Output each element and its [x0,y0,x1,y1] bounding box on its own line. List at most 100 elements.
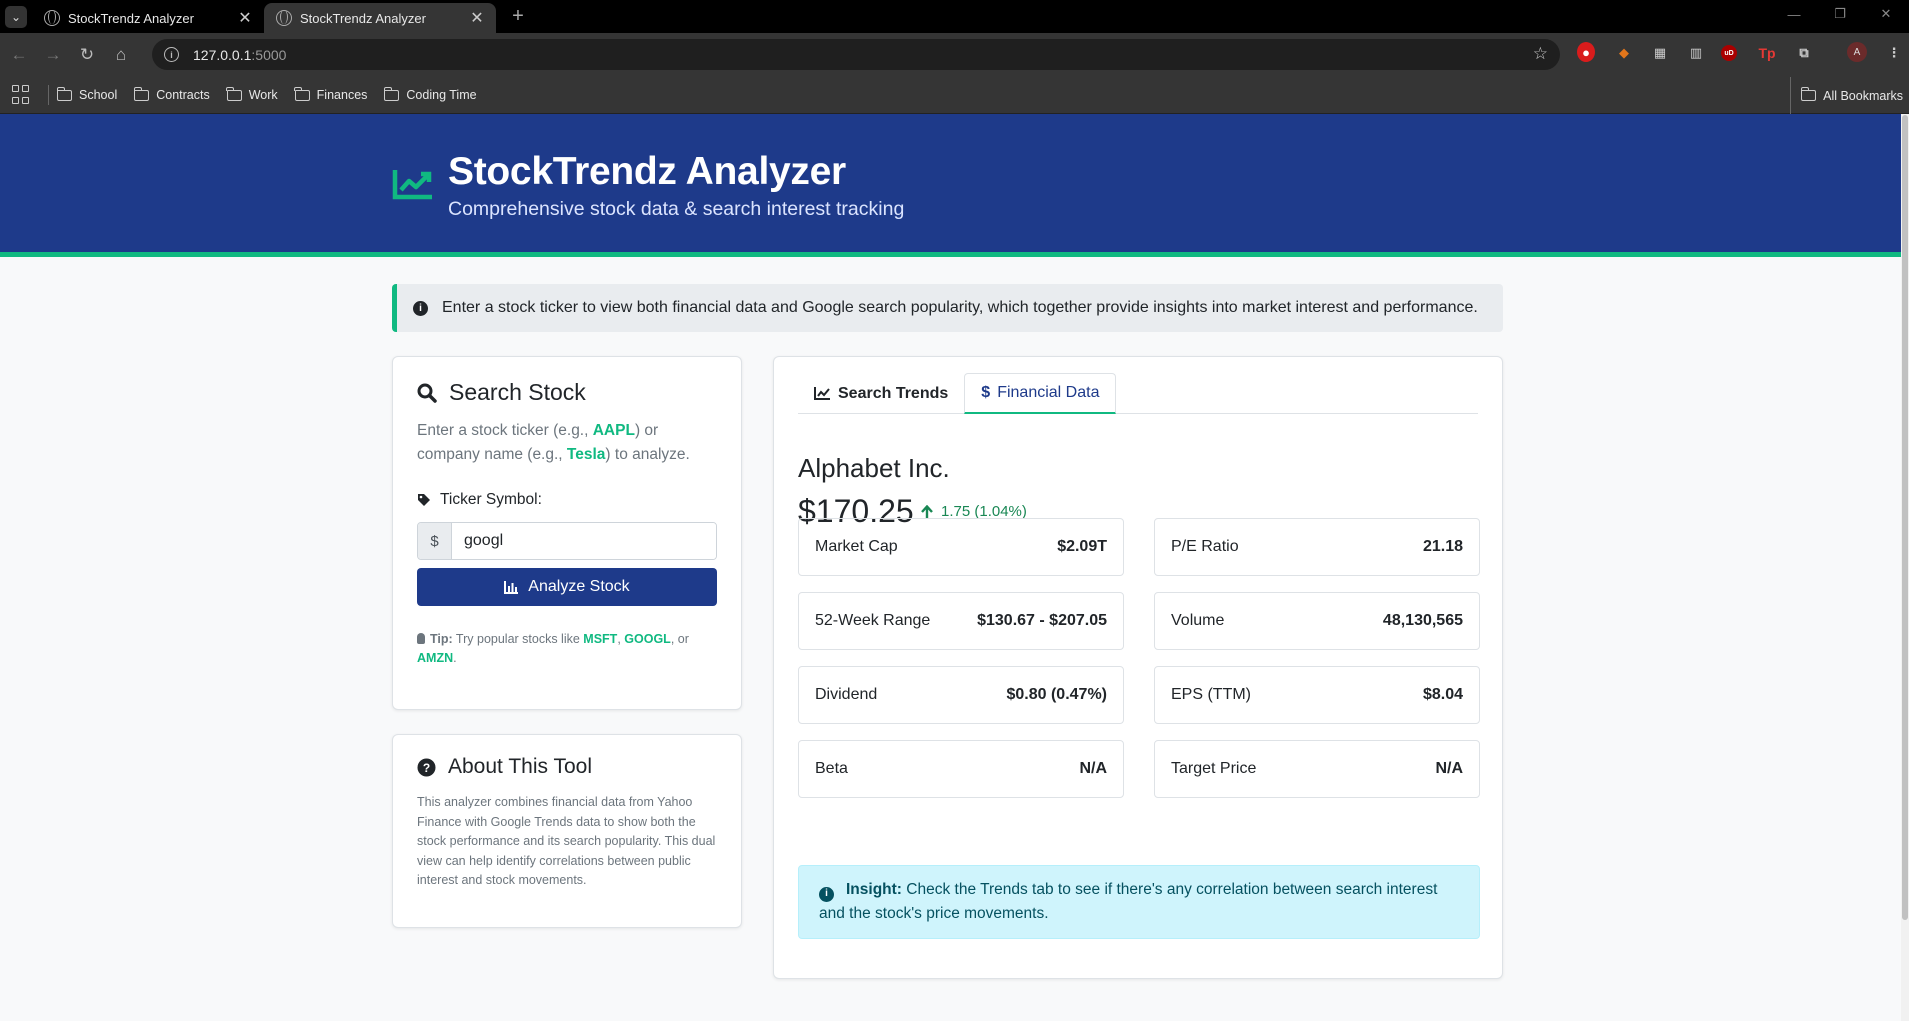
metric-label: Dividend [815,686,878,703]
metric-label: P/E Ratio [1171,538,1239,555]
url-port: :5000 [251,46,287,63]
back-button[interactable]: ← [2,38,36,72]
restore-icon[interactable]: ❐ [1817,0,1863,28]
page-content: StockTrendz Analyzer Comprehensive stock… [0,114,1901,1021]
extensions-icon[interactable]: ⧉ [1793,42,1815,64]
tip-ticker-amzn[interactable]: AMZN [417,651,453,665]
search-title-text: Search Stock [449,379,586,405]
analyze-stock-button[interactable]: Analyze Stock [417,568,717,606]
search-card: Search Stock Enter a stock ticker (e.g.,… [392,356,742,710]
browser-tab[interactable]: StockTrendz Analyzer ✕ [32,3,264,33]
bookmark-label: Coding Time [406,88,477,102]
tab-label: Financial Data [997,384,1100,401]
metric-eps: EPS (TTM) $8.04 [1154,666,1480,724]
tip-label: Tip: [430,632,453,646]
close-tab-icon[interactable]: ✕ [468,8,486,28]
close-tab-icon[interactable]: ✕ [236,8,254,28]
svg-text:?: ? [423,761,430,775]
metric-label: 52-Week Range [815,612,931,629]
metric-value: N/A [1435,760,1463,777]
bookmark-label: Contracts [156,88,210,102]
metric-volume: Volume 48,130,565 [1154,592,1480,650]
browser-tab-title: StockTrendz Analyzer [300,10,426,26]
metric-label: Market Cap [815,538,898,555]
folder-icon [226,86,242,101]
site-info-icon[interactable]: i [164,47,179,62]
hint-text: ) to analyze. [605,446,690,463]
results-tabs: Search Trends $ Financial Data [798,373,1478,414]
search-icon [417,383,437,403]
extension-ublock-icon[interactable]: uD [1721,45,1737,61]
about-card-title: ? About This Tool [417,755,592,779]
metric-label: Volume [1171,612,1225,629]
insight-alert: i Insight: Check the Trends tab to see if… [798,865,1480,939]
bookmark-label: Work [248,88,278,102]
metric-label: Target Price [1171,760,1257,777]
ticker-input[interactable] [452,523,716,559]
dollar-icon: $ [981,384,991,401]
menu-kebab-icon[interactable]: ⋮ [1883,42,1905,64]
hint-example-ticker: AAPL [592,422,635,439]
forward-button[interactable]: → [36,38,70,72]
arrow-up-icon [921,504,933,518]
bookmarks-bar: School Contracts Work Finances Coding Ti… [0,77,1909,114]
tip-sep: , or [670,632,689,646]
bookmark-contracts[interactable]: Contracts [133,86,210,102]
metric-value: $2.09T [1057,538,1107,555]
app-title: StockTrendz Analyzer [448,150,846,193]
page-scrollbar[interactable] [1901,114,1909,1021]
url-host: 127.0.0.1 [193,46,252,63]
bookmarks-separator [48,85,49,105]
search-hint: Enter a stock ticker (e.g., AAPL) or com… [417,419,717,467]
metric-value: $130.67 - $207.05 [977,612,1107,629]
all-bookmarks-button[interactable]: All Bookmarks [1790,77,1909,114]
metric-label: Beta [815,760,848,777]
ticker-input-group: $ [417,522,717,560]
address-bar[interactable]: i 127.0.0.1:5000 ☆ [152,39,1560,70]
tip-end: . [453,651,457,665]
tab-label: Search Trends [838,384,949,402]
chevron-down-icon: ⌄ [5,5,27,28]
intro-text: Enter a stock ticker to view both financ… [442,299,1478,316]
reload-button[interactable]: ↻ [70,38,104,72]
folder-icon [56,86,72,101]
browser-tab-active[interactable]: StockTrendz Analyzer ✕ [264,3,496,33]
close-window-icon[interactable]: ✕ [1863,0,1909,28]
bookmark-star-icon[interactable]: ☆ [1533,44,1548,64]
folder-icon [383,86,400,101]
metric-market-cap: Market Cap $2.09T [798,518,1124,576]
extension-reader-icon[interactable]: ▥ [1685,42,1707,64]
bookmark-school[interactable]: School [56,86,118,102]
insight-text: Check the Trends tab to see if there's a… [819,881,1438,922]
extension-tp-icon[interactable]: Tp [1756,42,1778,64]
new-tab-button[interactable]: + [508,5,528,29]
bookmark-label: Finances [316,88,368,102]
tab-search-button[interactable]: ⌄ [0,0,32,33]
scrollbar-thumb[interactable] [1902,115,1908,920]
tip-text: Try popular stocks like [452,632,584,646]
metric-label: EPS (TTM) [1171,686,1251,703]
apps-grid-icon[interactable] [12,85,32,105]
folder-icon [1800,87,1817,101]
info-circle-icon: i [819,886,834,902]
bookmark-coding-time[interactable]: Coding Time [383,86,477,102]
extension-puzzle-icon[interactable]: ▦ [1649,42,1671,64]
info-circle-icon: i [413,300,428,316]
folder-icon [133,86,150,101]
minimize-icon[interactable]: — [1771,0,1817,28]
bookmark-label: School [79,88,118,102]
bookmark-work[interactable]: Work [226,86,278,102]
metric-value: $0.80 (0.47%) [1006,686,1107,703]
metric-value: 48,130,565 [1382,612,1463,629]
tip-ticker-googl[interactable]: GOOGL [624,632,671,646]
tab-search-trends[interactable]: Search Trends [798,373,964,414]
bookmark-finances[interactable]: Finances [294,86,368,102]
extension-shield-icon[interactable]: ● [1577,42,1595,62]
metric-52-week-range: 52-Week Range $130.67 - $207.05 [798,592,1124,650]
question-circle-icon: ? [417,758,436,776]
home-button[interactable]: ⌂ [104,38,138,72]
extension-fox-icon[interactable]: ◆ [1613,42,1635,64]
tab-financial-data[interactable]: $ Financial Data [964,373,1117,414]
tip-ticker-msft[interactable]: MSFT [583,632,617,646]
profile-avatar[interactable]: A [1847,42,1867,62]
